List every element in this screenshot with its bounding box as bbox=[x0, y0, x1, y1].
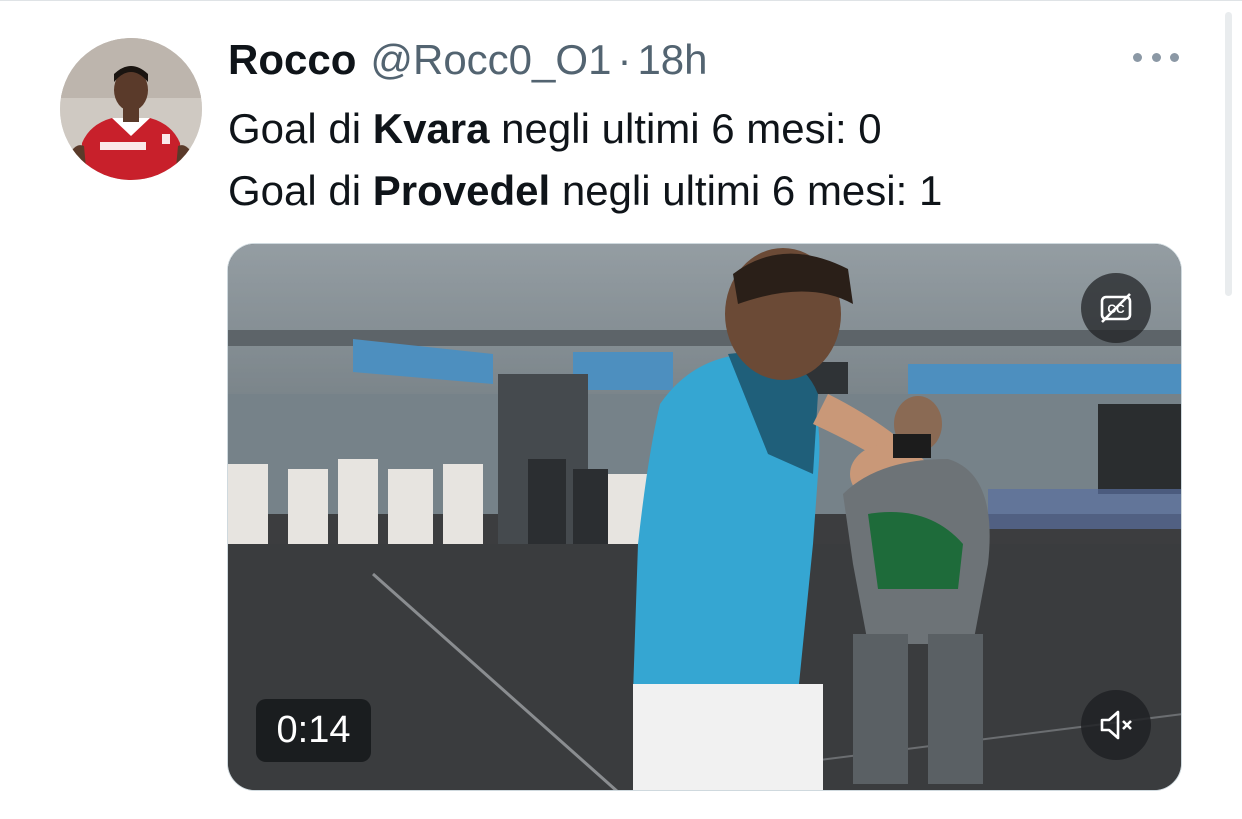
header-separator: · bbox=[617, 36, 632, 83]
video-frame bbox=[228, 244, 1181, 790]
tweet-timestamp[interactable]: 18h bbox=[637, 34, 707, 86]
author-handle[interactable]: @Rocc0_O1 bbox=[370, 34, 611, 86]
author-avatar[interactable] bbox=[60, 38, 202, 180]
tweet-text: Goal di Kvara negli ultimi 6 mesi: 0 Goa… bbox=[228, 98, 1188, 222]
closed-captions-off-icon[interactable]: CC bbox=[1081, 273, 1151, 343]
tweet-header: Rocco @Rocc0_O1 · 18h bbox=[228, 34, 708, 86]
cc-glyph: CC bbox=[1100, 293, 1132, 323]
volume-muted-icon[interactable] bbox=[1081, 690, 1151, 760]
author-display-name[interactable]: Rocco bbox=[228, 34, 356, 86]
mute-glyph bbox=[1100, 710, 1132, 740]
avatar-image bbox=[60, 38, 202, 180]
tweet[interactable]: Rocco @Rocc0_O1 · 18h Goal di Kvara negl… bbox=[0, 0, 1242, 819]
more-dots-icon[interactable] bbox=[1133, 46, 1179, 68]
video-duration: 0:14 bbox=[256, 699, 371, 762]
tweet-text-line: Goal di Kvara negli ultimi 6 mesi: 0 bbox=[228, 105, 882, 152]
tweet-text-line: Goal di Provedel negli ultimi 6 mesi: 1 bbox=[228, 167, 943, 214]
